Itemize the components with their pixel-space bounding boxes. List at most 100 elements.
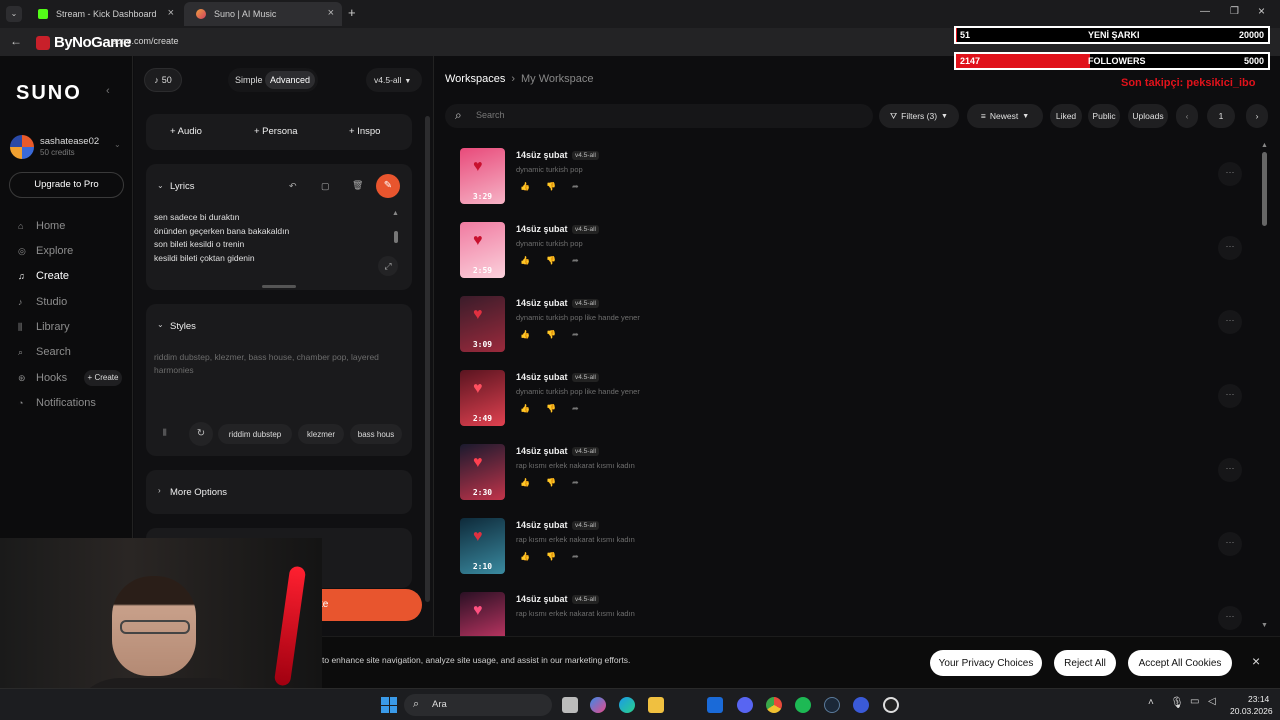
prev-page-button[interactable]: ‹ — [1176, 104, 1198, 128]
nav-create[interactable]: ♫ Create — [18, 270, 69, 282]
song-cover[interactable]: ♥ 2:30 — [460, 444, 505, 500]
thumbs-down-icon[interactable]: 👎 — [546, 256, 556, 265]
share-icon[interactable]: ➦ — [572, 552, 579, 561]
add-audio-button[interactable]: + Audio — [170, 126, 202, 137]
restore-icon[interactable]: ❐ — [1230, 6, 1239, 17]
share-icon[interactable]: ➦ — [572, 404, 579, 413]
styles-input[interactable]: riddim dubstep, klezmer, bass house, cha… — [154, 351, 394, 377]
trash-icon[interactable]: 🗑 — [352, 180, 363, 191]
song-cover[interactable]: ♥ 2:49 — [460, 370, 505, 426]
song-title[interactable]: 14süz şubat — [516, 594, 568, 604]
clock-time[interactable]: 23:14 — [1248, 694, 1269, 704]
expand-icon[interactable]: ⤢ — [378, 256, 398, 276]
song-title[interactable]: 14süz şubat — [516, 150, 568, 160]
magic-wand-icon[interactable]: ✎ — [376, 174, 400, 198]
list-scroll-up-icon[interactable]: ▲ — [1261, 142, 1268, 149]
song-title[interactable]: 14süz şubat — [516, 224, 568, 234]
user-menu-chevron-icon[interactable]: ⌄ — [114, 140, 121, 149]
song-cover[interactable]: ♥ 2:59 — [460, 222, 505, 278]
share-icon[interactable]: ➦ — [572, 256, 579, 265]
song-row[interactable]: ♥ 2:30 14süz şubat v4.5-all rap kısmı erk… — [460, 444, 1250, 508]
song-row[interactable]: ♥ 2:49 14süz şubat v4.5-all dynamic turki… — [460, 370, 1250, 434]
minimize-icon[interactable]: — — [1200, 6, 1210, 17]
thumbs-up-icon[interactable]: 👍 — [520, 552, 530, 561]
breadcrumb-current[interactable]: My Workspace — [521, 73, 594, 85]
list-scroll-down-icon[interactable]: ▼ — [1261, 622, 1268, 629]
copilot-icon[interactable] — [590, 697, 606, 713]
song-cover[interactable]: ♥ 3:09 — [460, 296, 505, 352]
more-options-chevron-icon[interactable]: › — [158, 486, 161, 495]
app-icon[interactable] — [853, 697, 869, 713]
thumbs-down-icon[interactable]: 👎 — [546, 330, 556, 339]
tab-kick-dashboard[interactable]: Stream - Kick Dashboard × — [26, 2, 182, 26]
song-row[interactable]: ♥ 3:29 14süz şubat v4.5-all dynamic turki… — [460, 148, 1250, 212]
style-chip[interactable]: bass hous — [350, 424, 402, 444]
more-options-icon[interactable]: ··· — [1218, 162, 1242, 186]
lyrics-line[interactable]: son bileti kesildi o trenin — [154, 239, 244, 249]
thumbs-down-icon[interactable]: 👎 — [546, 478, 556, 487]
song-row[interactable]: ♥ 3:09 14süz şubat v4.5-all dynamic turki… — [460, 296, 1250, 360]
song-title[interactable]: 14süz şubat — [516, 520, 568, 530]
more-options-icon[interactable]: ··· — [1218, 236, 1242, 260]
spotify-icon[interactable] — [795, 697, 811, 713]
reject-all-button[interactable]: Reject All — [1054, 650, 1116, 676]
next-page-button[interactable]: › — [1246, 104, 1268, 128]
lyrics-scrollbar[interactable] — [394, 231, 398, 243]
more-options-icon[interactable]: ··· — [1218, 384, 1242, 408]
network-icon[interactable]: ▭ — [1190, 696, 1199, 707]
thumbs-up-icon[interactable]: 👍 — [520, 404, 530, 413]
search-box[interactable]: ⌕ Search — [445, 104, 873, 128]
hooks-create-button[interactable]: + Create — [84, 370, 122, 386]
collapse-sidebar-icon[interactable]: ‹ — [106, 85, 110, 97]
song-row[interactable]: ♥ 2:10 14süz şubat v4.5-all rap kısmı erk… — [460, 518, 1250, 582]
list-scrollbar[interactable] — [1262, 152, 1267, 226]
undo-icon[interactable]: ↶ — [289, 181, 297, 192]
thumbs-down-icon[interactable]: 👎 — [546, 404, 556, 413]
song-cover[interactable]: ♥ 2:10 — [460, 518, 505, 574]
song-row[interactable]: ♥ 14süz şubat v4.5-all rap kısmı erkek n… — [460, 592, 1250, 636]
song-cover[interactable]: ♥ — [460, 592, 505, 636]
volume-icon[interactable]: ◁ — [1208, 696, 1216, 707]
nav-search[interactable]: ⌕ Search — [18, 346, 71, 358]
panel-scrollbar[interactable] — [425, 116, 430, 602]
song-row[interactable]: ♥ 2:59 14süz şubat v4.5-all dynamic turki… — [460, 222, 1250, 286]
upgrade-button[interactable]: Upgrade to Pro — [9, 172, 124, 198]
song-title[interactable]: 14süz şubat — [516, 372, 568, 382]
nav-explore[interactable]: ◎ Explore — [18, 245, 73, 257]
mail-icon[interactable] — [707, 697, 723, 713]
thumbs-up-icon[interactable]: 👍 — [520, 182, 530, 191]
share-icon[interactable]: ➦ — [572, 478, 579, 487]
lyrics-line[interactable]: önünden geçerken bana bakakaldın — [154, 226, 289, 236]
styles-chevron-icon[interactable]: ⌄ — [157, 320, 164, 329]
privacy-choices-button[interactable]: Your Privacy Choices — [930, 650, 1042, 676]
obs-icon[interactable] — [883, 697, 899, 713]
breadcrumb-workspaces[interactable]: Workspaces — [445, 73, 505, 85]
page-number[interactable]: 1 — [1207, 104, 1235, 128]
shuffle-icon[interactable]: ↻ — [189, 422, 213, 446]
add-persona-button[interactable]: + Persona — [254, 126, 298, 137]
share-icon[interactable]: ➦ — [572, 182, 579, 191]
tab-menu-button[interactable]: ⌄ — [6, 6, 22, 22]
url-text[interactable]: suno.com/create — [112, 36, 179, 46]
windows-start-icon[interactable] — [381, 697, 397, 713]
lyrics-title[interactable]: Lyrics — [170, 181, 194, 192]
cookie-close-icon[interactable]: × — [1252, 653, 1260, 669]
discord-icon[interactable] — [737, 697, 753, 713]
song-title[interactable]: 14süz şubat — [516, 298, 568, 308]
more-options-icon[interactable]: ··· — [1218, 310, 1242, 334]
steam-icon[interactable] — [824, 697, 840, 713]
suno-logo[interactable]: SUNO — [16, 82, 82, 105]
nav-studio[interactable]: ♪ Studio — [18, 296, 67, 308]
thumbs-up-icon[interactable]: 👍 — [520, 256, 530, 265]
more-options-icon[interactable]: ··· — [1218, 606, 1242, 630]
username[interactable]: sashatease02 — [40, 136, 99, 147]
sort-button[interactable]: ≡ Newest ▼ — [967, 104, 1043, 128]
styles-title[interactable]: Styles — [170, 321, 196, 332]
folder-icon[interactable] — [648, 697, 664, 713]
model-select[interactable]: v4.5-all ▼ — [366, 68, 422, 92]
close-tab-icon[interactable]: × — [168, 7, 174, 19]
nav-library[interactable]: ⫼ Library — [18, 321, 70, 333]
thumbs-up-icon[interactable]: 👍 — [520, 478, 530, 487]
mode-simple[interactable]: Simple — [235, 75, 263, 85]
credits-pill[interactable]: ♪ 50 — [144, 68, 182, 92]
